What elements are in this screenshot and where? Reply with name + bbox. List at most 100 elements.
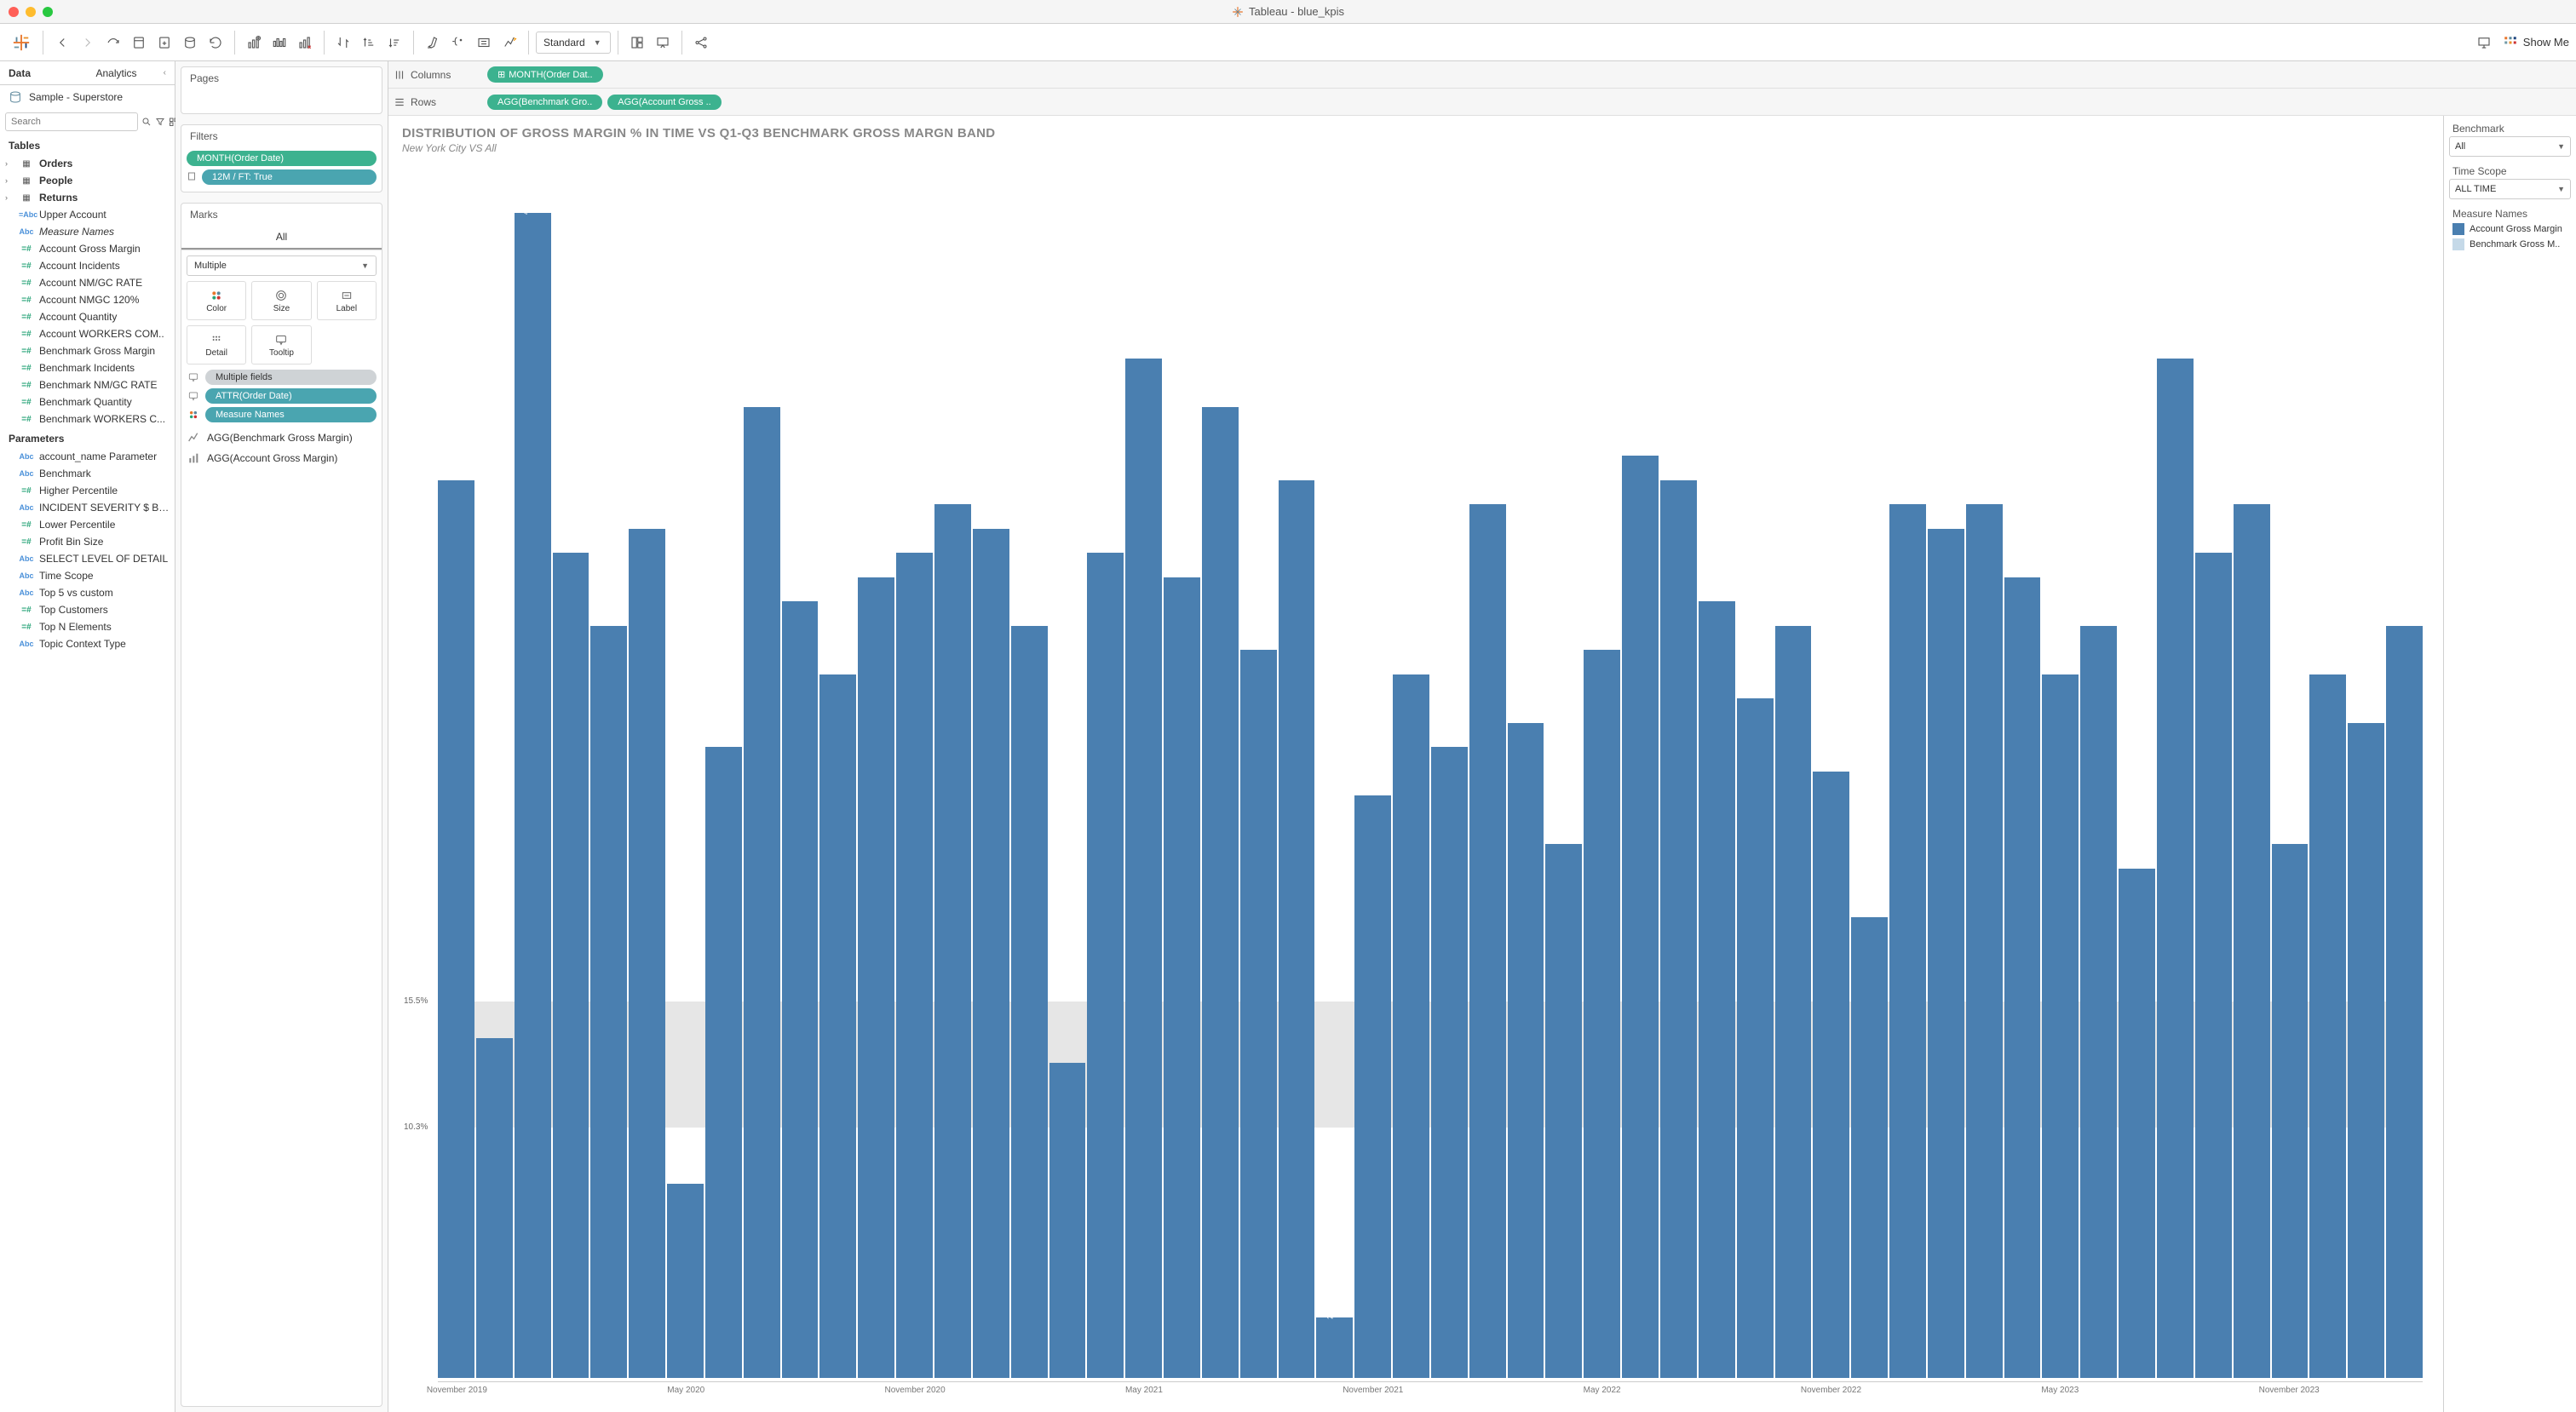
bar[interactable] bbox=[629, 529, 665, 1379]
marks-color-button[interactable]: Color bbox=[187, 281, 246, 320]
bar[interactable] bbox=[590, 626, 627, 1379]
bar[interactable] bbox=[1813, 772, 1849, 1379]
field-item[interactable]: =AbcUpper Account bbox=[0, 206, 175, 223]
columns-pill[interactable]: ⊞MONTH(Order Dat.. bbox=[487, 66, 603, 83]
pages-shelf[interactable]: Pages bbox=[181, 66, 382, 114]
parameter-item[interactable]: AbcTop 5 vs custom bbox=[0, 584, 175, 601]
new-sheet-button[interactable] bbox=[242, 31, 266, 55]
close-window-button[interactable] bbox=[9, 7, 19, 17]
legend-item[interactable]: Account Gross Margin bbox=[2449, 221, 2571, 237]
bar[interactable] bbox=[1660, 480, 1697, 1379]
parameter-item[interactable]: AbcSELECT LEVEL OF DETAIL bbox=[0, 550, 175, 567]
highlight-button[interactable] bbox=[421, 31, 445, 55]
marks-pill[interactable]: Measure Names bbox=[205, 407, 377, 422]
bar[interactable] bbox=[1087, 553, 1124, 1378]
bar[interactable] bbox=[1775, 626, 1812, 1379]
clear-sheet-button[interactable] bbox=[293, 31, 317, 55]
presentation-button[interactable] bbox=[651, 31, 675, 55]
marks-tab-all[interactable]: All bbox=[181, 226, 382, 250]
show-me-button[interactable]: Show Me bbox=[2503, 35, 2569, 50]
bar[interactable] bbox=[667, 1184, 704, 1378]
marks-type-select[interactable]: Multiple▼ bbox=[187, 255, 377, 276]
back-button[interactable] bbox=[50, 31, 74, 55]
parameter-item[interactable]: =#Profit Bin Size bbox=[0, 533, 175, 550]
bar[interactable] bbox=[1584, 650, 1620, 1378]
bar[interactable] bbox=[1279, 480, 1315, 1379]
parameter-item[interactable]: AbcTopic Context Type bbox=[0, 635, 175, 652]
filter-pill[interactable]: MONTH(Order Date) bbox=[187, 151, 377, 166]
bar[interactable] bbox=[934, 504, 971, 1378]
bar[interactable] bbox=[858, 577, 894, 1379]
refresh-button[interactable] bbox=[204, 31, 227, 55]
bar[interactable] bbox=[2080, 626, 2117, 1379]
visualization-area[interactable]: DISTRIBUTION OF GROSS MARGIN % IN TIME V… bbox=[388, 116, 2443, 1412]
search-input[interactable] bbox=[5, 112, 138, 131]
bar[interactable] bbox=[2119, 869, 2155, 1379]
bar[interactable] bbox=[1545, 844, 1582, 1378]
bar[interactable] bbox=[1469, 504, 1506, 1378]
bar[interactable] bbox=[1737, 698, 1774, 1378]
search-icon[interactable] bbox=[141, 112, 152, 131]
bar[interactable] bbox=[1851, 917, 1888, 1379]
table-item[interactable]: ›▦Returns bbox=[0, 189, 175, 206]
legend-item[interactable]: Benchmark Gross M.. bbox=[2449, 237, 2571, 252]
marks-agg-row[interactable]: AGG(Benchmark Gross Margin) bbox=[181, 428, 382, 448]
marks-pill[interactable]: ATTR(Order Date) bbox=[205, 388, 377, 404]
show-cards-button[interactable] bbox=[625, 31, 649, 55]
group-button[interactable] bbox=[446, 31, 470, 55]
field-item[interactable]: =#Benchmark Incidents bbox=[0, 359, 175, 376]
bar[interactable] bbox=[1202, 407, 1239, 1378]
field-item[interactable]: =#Account Quantity bbox=[0, 308, 175, 325]
bar[interactable] bbox=[553, 553, 589, 1378]
marks-tooltip-button[interactable]: Tooltip bbox=[251, 325, 311, 364]
bar[interactable] bbox=[1011, 626, 1048, 1379]
parameter-item[interactable]: =#Top N Elements bbox=[0, 618, 175, 635]
bar[interactable] bbox=[1889, 504, 1926, 1378]
publish-button[interactable] bbox=[2472, 31, 2496, 55]
bar[interactable] bbox=[1622, 456, 1659, 1378]
bar[interactable] bbox=[2309, 674, 2346, 1379]
label-button[interactable] bbox=[472, 31, 496, 55]
rows-pill[interactable]: AGG(Benchmark Gro.. bbox=[487, 95, 602, 110]
bar[interactable] bbox=[2195, 553, 2232, 1378]
datasource-item[interactable]: Sample - Superstore bbox=[0, 85, 175, 109]
bar[interactable] bbox=[2272, 844, 2309, 1378]
field-item[interactable]: =#Benchmark Quantity bbox=[0, 393, 175, 410]
bar[interactable] bbox=[744, 407, 780, 1378]
benchmark-filter-select[interactable]: All▼ bbox=[2449, 136, 2571, 157]
marks-agg-row[interactable]: AGG(Account Gross Margin) bbox=[181, 448, 382, 468]
field-item[interactable]: =#Account Incidents bbox=[0, 257, 175, 274]
bar[interactable] bbox=[782, 601, 819, 1378]
marks-size-button[interactable]: Size bbox=[251, 281, 311, 320]
bar[interactable] bbox=[1049, 1063, 1086, 1379]
tab-data[interactable]: Data bbox=[0, 61, 88, 84]
bar[interactable] bbox=[2348, 723, 2384, 1379]
bar[interactable]: 2.5% bbox=[1316, 1317, 1353, 1378]
field-item[interactable]: =#Account WORKERS COM.. bbox=[0, 325, 175, 342]
table-item[interactable]: ›▦Orders bbox=[0, 155, 175, 172]
share-button[interactable] bbox=[689, 31, 713, 55]
bar[interactable] bbox=[973, 529, 1009, 1379]
marks-pill[interactable]: Multiple fields bbox=[205, 370, 377, 385]
bar[interactable] bbox=[2004, 577, 2041, 1379]
save-datasource-button[interactable] bbox=[152, 31, 176, 55]
save-button[interactable] bbox=[101, 31, 125, 55]
parameter-item[interactable]: AbcBenchmark bbox=[0, 465, 175, 482]
bar[interactable] bbox=[705, 747, 742, 1378]
field-item[interactable]: =#Account NM/GC RATE bbox=[0, 274, 175, 291]
chart-area[interactable]: 15.5% 10.3% 48.0%2.5% November 2019May 2… bbox=[402, 164, 2429, 1402]
tableau-logo-icon[interactable] bbox=[12, 33, 31, 52]
bar[interactable] bbox=[1125, 359, 1162, 1378]
duplicate-sheet-button[interactable] bbox=[267, 31, 291, 55]
bar[interactable] bbox=[438, 480, 474, 1379]
bar[interactable] bbox=[2386, 626, 2423, 1379]
bar[interactable] bbox=[476, 1038, 513, 1378]
columns-shelf[interactable]: Columns ⊞MONTH(Order Dat.. bbox=[388, 61, 2576, 89]
tab-analytics[interactable]: Analytics‹ bbox=[88, 61, 175, 84]
sort-asc-button[interactable] bbox=[357, 31, 381, 55]
parameter-item[interactable]: =#Higher Percentile bbox=[0, 482, 175, 499]
bar[interactable] bbox=[819, 674, 856, 1379]
bar[interactable] bbox=[2157, 359, 2194, 1378]
forward-button[interactable] bbox=[76, 31, 100, 55]
field-item[interactable]: =#Account NMGC 120% bbox=[0, 291, 175, 308]
